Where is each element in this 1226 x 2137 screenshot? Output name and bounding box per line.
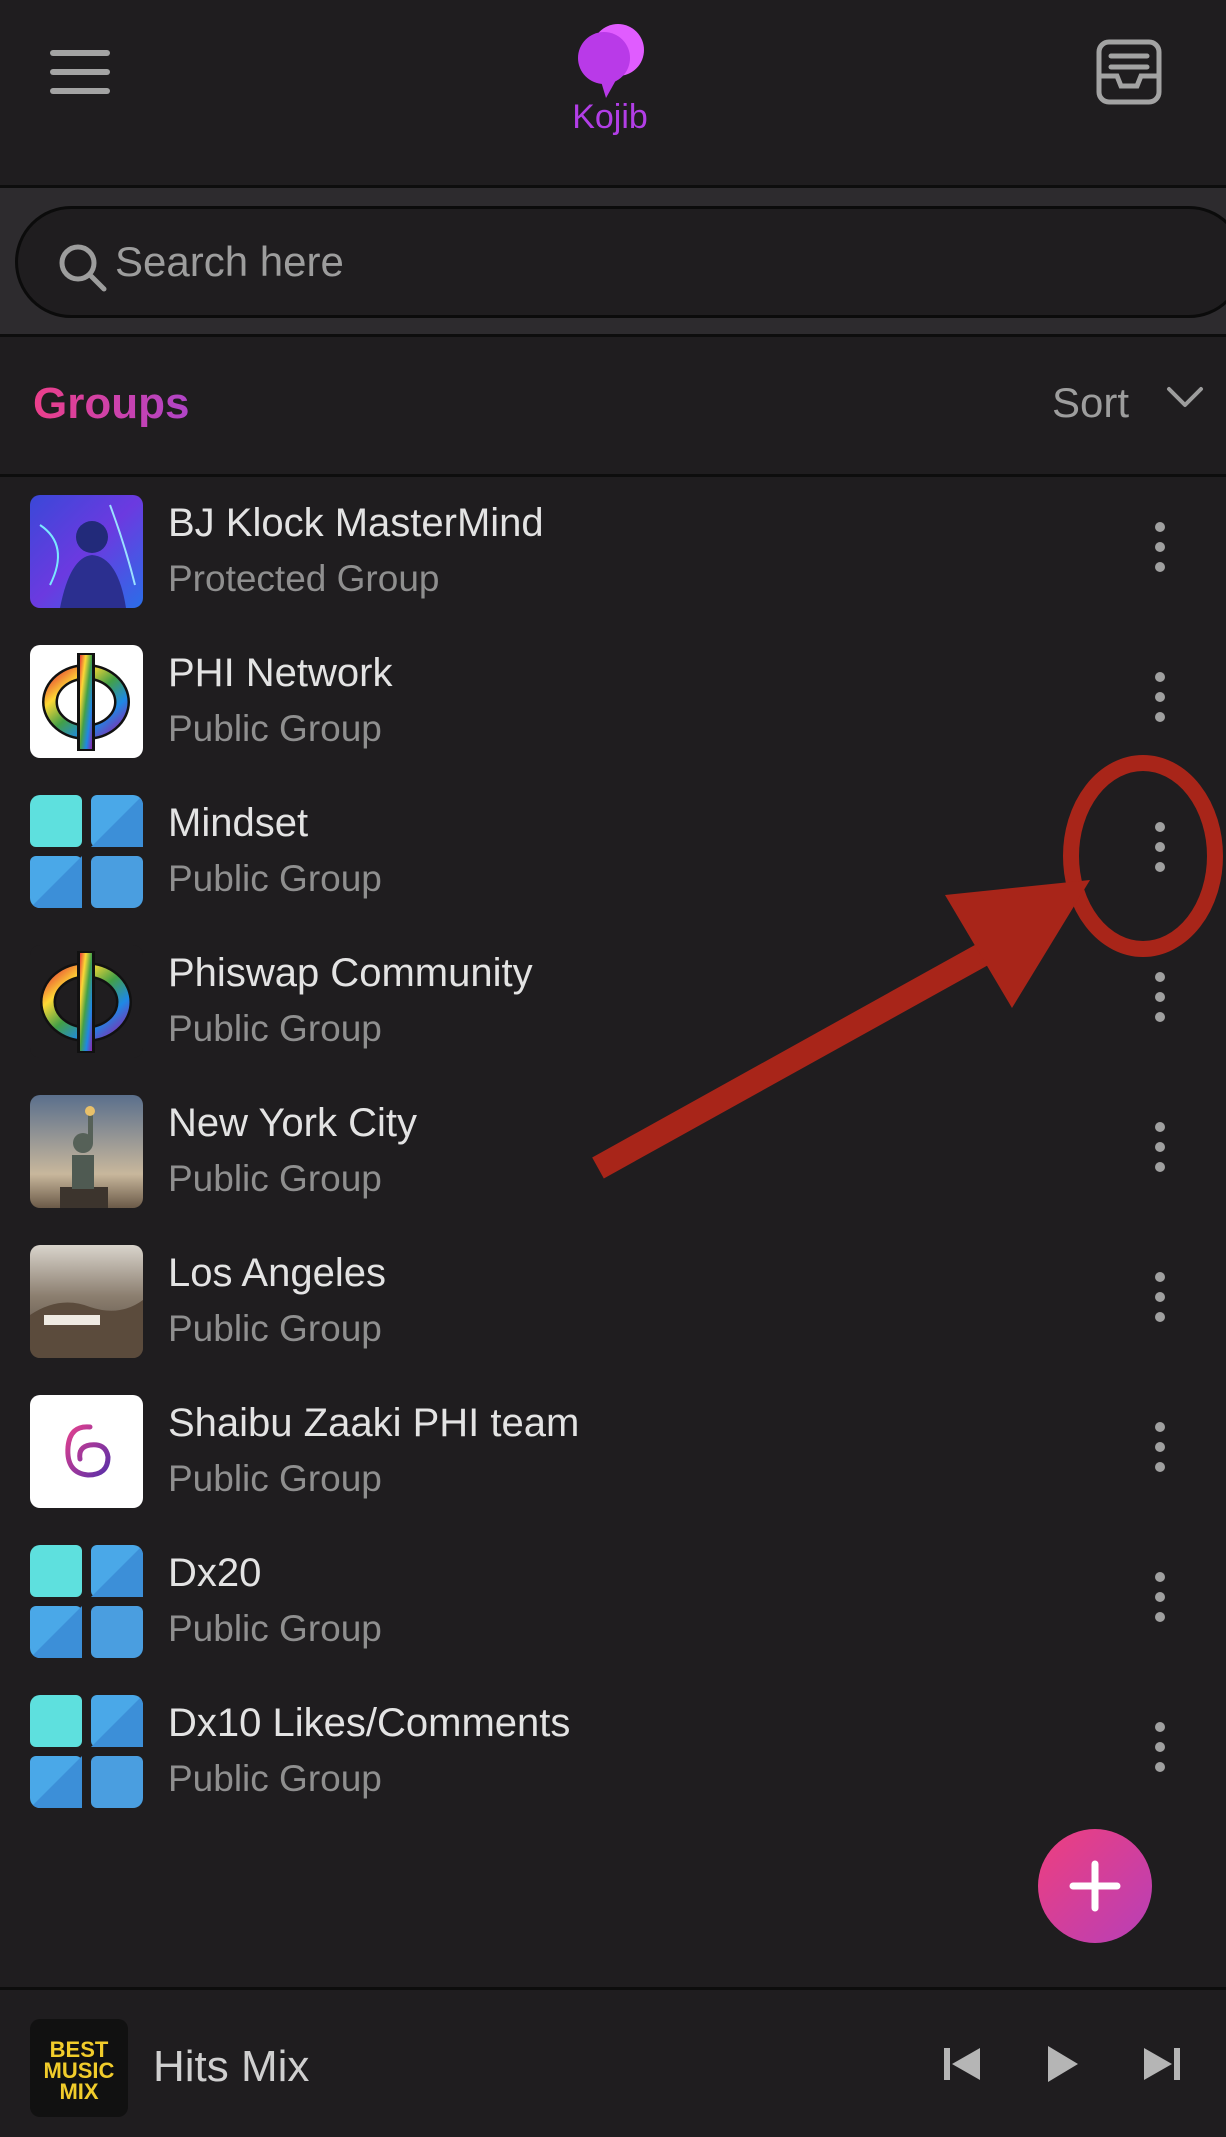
group-name: BJ Klock MasterMind: [168, 501, 544, 545]
album-art-line: MUSIC: [43, 2058, 115, 2083]
group-avatar: [30, 795, 143, 908]
group-type: Public Group: [168, 1308, 382, 1349]
inbox-icon[interactable]: [1095, 38, 1163, 106]
next-track-icon[interactable]: [1140, 2042, 1184, 2086]
group-type: Public Group: [168, 1008, 382, 1049]
more-options-icon[interactable]: [1140, 1572, 1180, 1632]
logo-text: Kojib: [572, 98, 648, 136]
group-avatar: [30, 1095, 143, 1208]
list-item[interactable]: Los Angeles Public Group: [0, 1227, 1226, 1377]
list-item[interactable]: Dx20 Public Group: [0, 1527, 1226, 1677]
more-options-icon[interactable]: [1140, 672, 1180, 732]
page-title: Groups: [33, 379, 190, 428]
group-list: BJ Klock MasterMind Protected Group PHI …: [0, 477, 1226, 1827]
group-type: Public Group: [168, 858, 382, 899]
group-avatar: [30, 945, 143, 1058]
list-item[interactable]: Mindset Public Group: [0, 777, 1226, 927]
menu-icon[interactable]: [50, 50, 110, 100]
mini-player[interactable]: BEST MUSIC MIX Hits Mix: [0, 1987, 1226, 2137]
search-icon: [59, 244, 107, 292]
album-art-line: BEST: [49, 2037, 109, 2062]
group-name: Dx10 Likes/Comments: [168, 1701, 571, 1745]
group-avatar: [30, 1545, 143, 1658]
group-type: Public Group: [168, 708, 382, 749]
group-avatar: [30, 1395, 143, 1508]
top-bar: Kojib: [0, 0, 1226, 188]
groups-header: Groups Sort: [0, 337, 1226, 477]
search-input[interactable]: [113, 231, 1017, 293]
add-group-button[interactable]: [1038, 1829, 1152, 1943]
search-bar-container: [0, 188, 1226, 337]
group-name: Dx20: [168, 1551, 262, 1595]
more-options-icon[interactable]: [1140, 1722, 1180, 1782]
more-options-icon[interactable]: [1140, 522, 1180, 582]
group-name: New York City: [168, 1101, 417, 1145]
more-options-icon[interactable]: [1140, 1272, 1180, 1332]
group-name: Phiswap Community: [168, 951, 533, 995]
group-avatar: [30, 495, 143, 608]
group-avatar: [30, 1245, 143, 1358]
sort-button[interactable]: Sort: [1052, 379, 1129, 427]
group-name: Mindset: [168, 801, 309, 845]
track-title: Hits Mix: [153, 2042, 310, 2091]
group-avatar: [30, 645, 143, 758]
group-name: Los Angeles: [168, 1251, 386, 1295]
group-name: Shaibu Zaaki PHI team: [168, 1401, 580, 1445]
chevron-down-icon[interactable]: [1165, 383, 1205, 413]
group-avatar: [30, 1695, 143, 1808]
play-icon[interactable]: [1040, 2042, 1084, 2086]
group-type: Protected Group: [168, 558, 440, 599]
plus-icon: [1069, 1860, 1121, 1912]
album-art: BEST MUSIC MIX: [30, 2019, 128, 2117]
list-item[interactable]: BJ Klock MasterMind Protected Group: [0, 477, 1226, 627]
group-type: Public Group: [168, 1458, 382, 1499]
search-box[interactable]: [15, 206, 1226, 318]
list-item[interactable]: PHI Network Public Group: [0, 627, 1226, 777]
app-logo: Kojib: [560, 20, 660, 140]
list-item[interactable]: New York City Public Group: [0, 1077, 1226, 1227]
list-item[interactable]: Phiswap Community Public Group: [0, 927, 1226, 1077]
list-item[interactable]: Shaibu Zaaki PHI team Public Group: [0, 1377, 1226, 1527]
group-name: PHI Network: [168, 651, 393, 695]
list-item[interactable]: Dx10 Likes/Comments Public Group: [0, 1677, 1226, 1827]
group-type: Public Group: [168, 1758, 382, 1799]
more-options-icon[interactable]: [1140, 1122, 1180, 1182]
album-art-line: MIX: [59, 2079, 99, 2104]
group-type: Public Group: [168, 1608, 382, 1649]
group-type: Public Group: [168, 1158, 382, 1199]
more-options-icon[interactable]: [1140, 822, 1180, 882]
more-options-icon[interactable]: [1140, 1422, 1180, 1482]
more-options-icon[interactable]: [1140, 972, 1180, 1032]
previous-track-icon[interactable]: [940, 2042, 984, 2086]
logo-bubble-icon: [578, 24, 644, 98]
